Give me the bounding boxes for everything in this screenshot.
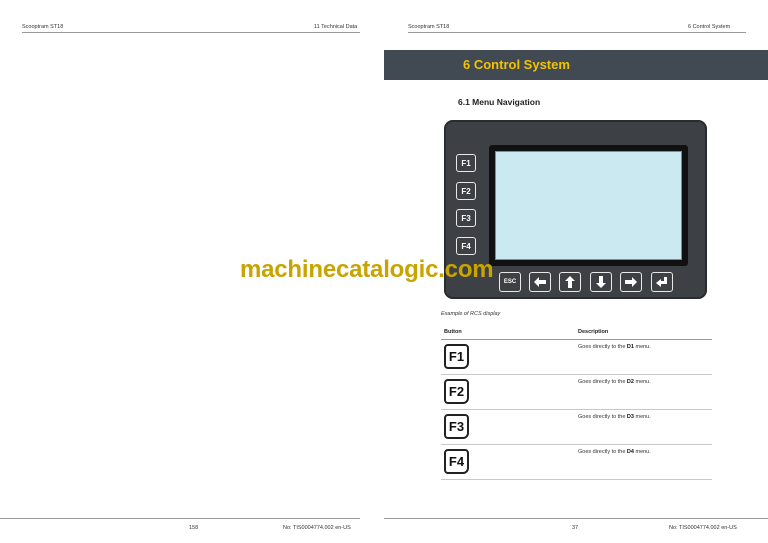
left-header-rule: [22, 32, 360, 33]
arrow-up-key: [559, 272, 581, 292]
left-page-number: 158: [189, 525, 199, 531]
table-header-description: Description: [578, 329, 609, 335]
f3-key-icon: F3: [444, 414, 469, 439]
f1-key-icon: F1: [444, 344, 469, 369]
esc-key: ESC: [499, 272, 521, 292]
arrow-up-icon: [565, 276, 575, 288]
table-row-divider: [441, 374, 712, 375]
watermark: machinecatalogic.com: [240, 256, 494, 283]
left-footer-rule: [0, 518, 360, 519]
table-row-divider: [441, 444, 712, 445]
left-header-chapter: 11 Technical Data: [314, 24, 358, 30]
right-header-rule: [408, 32, 746, 33]
arrow-left-key: [529, 272, 551, 292]
arrow-right-icon: [625, 277, 637, 287]
chapter-title: 6 Control System: [463, 57, 570, 72]
esc-key-label: ESC: [503, 279, 517, 285]
f2-key: F2: [456, 182, 476, 200]
right-header-chapter: 6 Control System: [688, 24, 731, 30]
chapter-banner: [384, 50, 768, 80]
table-header-button: Button: [444, 329, 462, 335]
display-screen: [495, 151, 682, 260]
enter-icon: [656, 277, 667, 287]
table-header-rule: [441, 339, 712, 340]
table-row-description: Goes directly to the D3 menu.: [578, 414, 651, 420]
arrow-down-key: [590, 272, 612, 292]
right-doc-number: No: TIS0004774.002 en-US: [669, 525, 737, 531]
left-doc-number: No: TIS0004774.002 en-US: [283, 525, 351, 531]
f2-key-icon: F2: [444, 379, 469, 404]
f4-key-icon: F4: [444, 449, 469, 474]
figure-caption: Example of RCS display: [441, 311, 501, 317]
table-row-description: Goes directly to the D1 menu.: [578, 344, 651, 350]
left-header-title: Scooptram ST18: [22, 24, 64, 30]
table-row-description: Goes directly to the D4 menu.: [578, 449, 651, 455]
arrow-right-key: [620, 272, 642, 292]
right-header-title: Scooptram ST18: [408, 24, 450, 30]
arrow-down-icon: [596, 276, 606, 288]
f1-key: F1: [456, 154, 476, 172]
arrow-left-icon: [534, 277, 546, 287]
table-row-description: Goes directly to the D2 menu.: [578, 379, 651, 385]
section-title: 6.1 Menu Navigation: [458, 97, 541, 107]
f3-key: F3: [456, 209, 476, 227]
right-page-number: 37: [572, 525, 579, 531]
table-row-divider: [441, 409, 712, 410]
enter-key: [651, 272, 673, 292]
right-footer-rule: [384, 518, 768, 519]
f4-key: F4: [456, 237, 476, 255]
table-row-divider: [441, 479, 712, 480]
